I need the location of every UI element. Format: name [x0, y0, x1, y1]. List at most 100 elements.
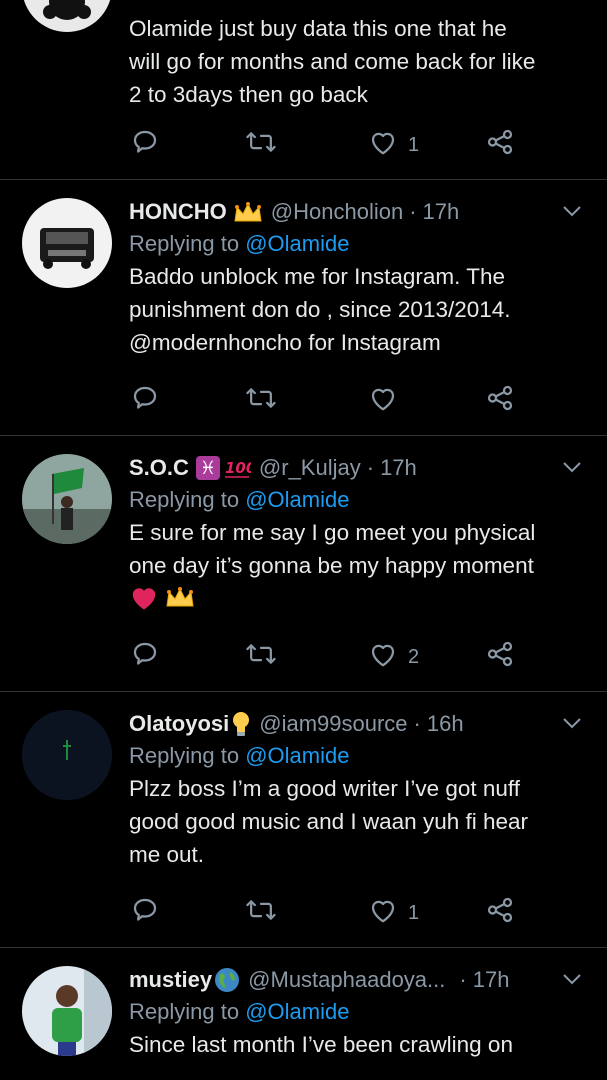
avatar[interactable]: [22, 0, 112, 32]
tweet-header: HONCHO @Honcholion · 17h: [129, 196, 593, 228]
chevron-down-icon[interactable]: [561, 716, 583, 735]
replying-to-label: Replying to: [129, 487, 246, 512]
share-button[interactable]: [485, 385, 515, 417]
retweet-button[interactable]: [245, 385, 277, 417]
tweet-header: mustiey @Mustaphaadoya... · 17h: [129, 964, 593, 996]
heart-icon: [129, 583, 159, 616]
separator-dot: ·: [413, 711, 421, 736]
like-button[interactable]: [368, 385, 398, 417]
like-button[interactable]: 1: [368, 129, 419, 161]
tweet-actions: 2: [130, 641, 530, 673]
tweet-actions: 1: [130, 897, 530, 929]
tweet-text: Since last month I’ve been crawling on: [129, 1032, 513, 1057]
mention-link[interactable]: @Olamide: [245, 999, 349, 1024]
tweet-feed: Olamide just buy data this one that he w…: [0, 0, 607, 1080]
heart-outline-icon: [368, 128, 398, 162]
crown-icon: [233, 201, 263, 223]
chevron-down-icon[interactable]: [561, 204, 583, 223]
replying-to-label: Replying to: [129, 743, 246, 768]
retweet-button[interactable]: [245, 897, 277, 929]
display-name[interactable]: mustiey: [129, 964, 212, 996]
crown-icon: [165, 586, 195, 613]
replying-to-line: Replying to @Olamide: [129, 228, 593, 260]
tweet-text: Baddo unblock me for Instagram. The puni…: [129, 264, 511, 355]
display-name[interactable]: HONCHO: [129, 196, 227, 228]
tweet-item[interactable]: S.O.C ♓ 100 @r_Kuljay · 17h Replying to …: [0, 436, 607, 692]
timestamp: 17h: [422, 199, 460, 224]
like-count: 1: [408, 901, 420, 924]
separator-dot: ·: [409, 199, 417, 224]
display-name[interactable]: S.O.C: [129, 452, 189, 484]
reply-icon: [130, 127, 160, 163]
reply-button[interactable]: [130, 385, 160, 417]
reply-button[interactable]: [130, 897, 160, 929]
tweet-item[interactable]: Olamide just buy data this one that he w…: [0, 0, 607, 180]
share-button[interactable]: [485, 897, 515, 929]
tweet-actions: [130, 385, 530, 417]
chevron-down-icon[interactable]: [561, 972, 583, 991]
like-button[interactable]: 2: [368, 641, 419, 673]
retweet-icon: [245, 895, 277, 931]
username-handle[interactable]: @r_Kuljay: [259, 452, 361, 484]
display-name[interactable]: Olatoyosi: [129, 708, 229, 740]
separator-dot: ·: [459, 967, 467, 992]
avatar[interactable]: [22, 198, 112, 288]
replying-to-line: Replying to @Olamide: [129, 740, 593, 772]
svg-text:100: 100: [225, 459, 251, 477]
retweet-button[interactable]: [245, 129, 277, 161]
mention-link[interactable]: @Olamide: [245, 231, 349, 256]
retweet-icon: [245, 383, 277, 419]
avatar[interactable]: [22, 710, 112, 800]
separator-dot: ·: [366, 455, 375, 480]
mention-link[interactable]: @Olamide: [245, 743, 349, 768]
pisces-and-100-icon: ♓ 100: [195, 455, 251, 481]
avatar[interactable]: [22, 966, 112, 1056]
trailing-emojis: [129, 582, 593, 616]
heart-outline-icon: [368, 896, 398, 930]
tweet-text: Olamide just buy data this one that he w…: [129, 16, 536, 107]
reply-icon: [130, 639, 160, 675]
tweet-header: Olatoyosi @iam99source · 16h: [129, 708, 593, 740]
tweet-text: E sure for me say I go meet you physical…: [129, 520, 536, 578]
share-icon: [485, 383, 515, 419]
share-icon: [485, 127, 515, 163]
timestamp: 17h: [472, 967, 510, 992]
username-handle[interactable]: @Honcholion: [271, 196, 403, 228]
reply-button[interactable]: [130, 641, 160, 673]
retweet-button[interactable]: [245, 641, 277, 673]
like-count: 2: [408, 645, 420, 668]
reply-button[interactable]: [130, 129, 160, 161]
avatar[interactable]: [22, 454, 112, 544]
timestamp: 16h: [426, 711, 464, 736]
svg-text:♓: ♓: [200, 458, 216, 479]
username-handle[interactable]: @iam99source: [259, 708, 407, 740]
globe-icon: [214, 967, 240, 993]
heart-outline-icon: [368, 640, 398, 674]
tweet-actions: 1: [130, 129, 530, 161]
mention-link[interactable]: @Olamide: [245, 487, 349, 512]
tweet-item[interactable]: HONCHO @Honcholion · 17h Replying to @Ol…: [0, 180, 607, 436]
heart-outline-icon: [368, 384, 398, 418]
retweet-icon: [245, 639, 277, 675]
username-handle[interactable]: @Mustaphaadoya...: [248, 964, 445, 996]
tweet-item[interactable]: mustiey @Mustaphaadoya... · 17h Replying…: [0, 948, 607, 1080]
replying-to-label: Replying to: [129, 231, 246, 256]
tweet-item[interactable]: Olatoyosi @iam99source · 16h Replying to…: [0, 692, 607, 948]
share-icon: [485, 639, 515, 675]
tweet-text: Plzz boss I’m a good writer I’ve got nuf…: [129, 776, 529, 867]
share-button[interactable]: [485, 641, 515, 673]
replying-to-line: Replying to @Olamide: [129, 484, 593, 516]
lightbulb-icon: [231, 710, 251, 738]
timestamp: 17h: [380, 455, 417, 480]
replying-to-label: Replying to: [129, 999, 246, 1024]
replying-to-line: Replying to @Olamide: [129, 996, 593, 1028]
reply-icon: [130, 895, 160, 931]
tweet-header: S.O.C ♓ 100 @r_Kuljay · 17h: [129, 452, 593, 484]
reply-icon: [130, 383, 160, 419]
share-button[interactable]: [485, 129, 515, 161]
chevron-down-icon[interactable]: [561, 460, 583, 479]
retweet-icon: [245, 127, 277, 163]
like-count: 1: [408, 133, 420, 156]
share-icon: [485, 895, 515, 931]
like-button[interactable]: 1: [368, 897, 419, 929]
